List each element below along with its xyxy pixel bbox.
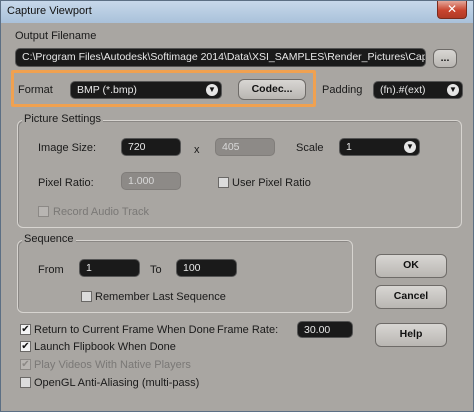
sequence-title: Sequence (22, 233, 76, 245)
chevron-down-icon: ▼ (404, 141, 416, 153)
codec-button[interactable]: Codec... (238, 79, 306, 100)
native-players-checkbox: ✔ (20, 359, 31, 370)
title-bar[interactable]: Capture Viewport ✕ (1, 1, 473, 23)
record-audio-label: Record Audio Track (53, 206, 149, 218)
chevron-down-icon: ▼ (447, 84, 459, 96)
user-pixel-ratio-checkbox[interactable] (218, 177, 229, 188)
from-field[interactable]: 1 (79, 259, 140, 277)
record-audio-checkbox (38, 206, 49, 217)
launch-flipbook-checkbox[interactable]: ✔ (20, 341, 31, 352)
return-frame-checkbox[interactable]: ✔ (20, 324, 31, 335)
checkmark-icon: ✔ (21, 359, 30, 370)
return-frame-label: Return to Current Frame When Done (34, 324, 215, 336)
window-title: Capture Viewport (7, 5, 92, 17)
frame-rate-label: Frame Rate: (217, 324, 279, 336)
remember-sequence-label: Remember Last Sequence (95, 291, 226, 303)
from-label: From (38, 264, 64, 276)
pixel-ratio-label: Pixel Ratio: (38, 177, 94, 189)
scale-label: Scale (296, 142, 324, 154)
close-icon: ✕ (446, 2, 458, 16)
padding-select[interactable]: (fn).#(ext) ▼ (373, 81, 463, 99)
image-width-field[interactable]: 720 (121, 138, 181, 156)
to-field[interactable]: 100 (176, 259, 237, 277)
checkmark-icon: ✔ (21, 324, 30, 335)
chevron-down-icon: ▼ (206, 84, 218, 96)
format-label: Format (18, 84, 53, 96)
image-size-x-label: x (194, 144, 200, 156)
frame-rate-field[interactable]: 30.00 (297, 321, 353, 338)
format-select[interactable]: BMP (*.bmp) ▼ (70, 81, 222, 99)
help-button[interactable]: Help (375, 323, 447, 347)
close-button[interactable]: ✕ (437, 1, 467, 19)
ok-button[interactable]: OK (375, 254, 447, 278)
remember-sequence-checkbox[interactable] (81, 291, 92, 302)
scale-value: 1 (346, 141, 352, 153)
to-label: To (150, 264, 162, 276)
capture-viewport-dialog: Capture Viewport ✕ Output Filename C:\Pr… (0, 0, 474, 412)
output-filename-field[interactable]: C:\Program Files\Autodesk\Softimage 2014… (15, 48, 426, 67)
user-pixel-ratio-label: User Pixel Ratio (232, 177, 311, 189)
pixel-ratio-field: 1.000 (121, 172, 181, 190)
native-players-label: Play Videos With Native Players (34, 359, 191, 371)
antialiasing-label: OpenGL Anti-Aliasing (multi-pass) (34, 377, 200, 389)
checkmark-icon: ✔ (21, 341, 30, 352)
browse-button[interactable]: ... (433, 49, 457, 68)
picture-settings-title: Picture Settings (22, 113, 104, 125)
image-size-label: Image Size: (38, 142, 97, 154)
scale-select[interactable]: 1 ▼ (339, 138, 420, 156)
padding-value: (fn).#(ext) (380, 84, 426, 96)
launch-flipbook-label: Launch Flipbook When Done (34, 341, 176, 353)
output-filename-label: Output Filename (15, 30, 97, 42)
padding-label: Padding (322, 84, 363, 96)
antialiasing-checkbox[interactable] (20, 377, 31, 388)
image-height-field: 405 (215, 138, 275, 156)
format-value: BMP (*.bmp) (77, 84, 137, 96)
cancel-button[interactable]: Cancel (375, 285, 447, 309)
